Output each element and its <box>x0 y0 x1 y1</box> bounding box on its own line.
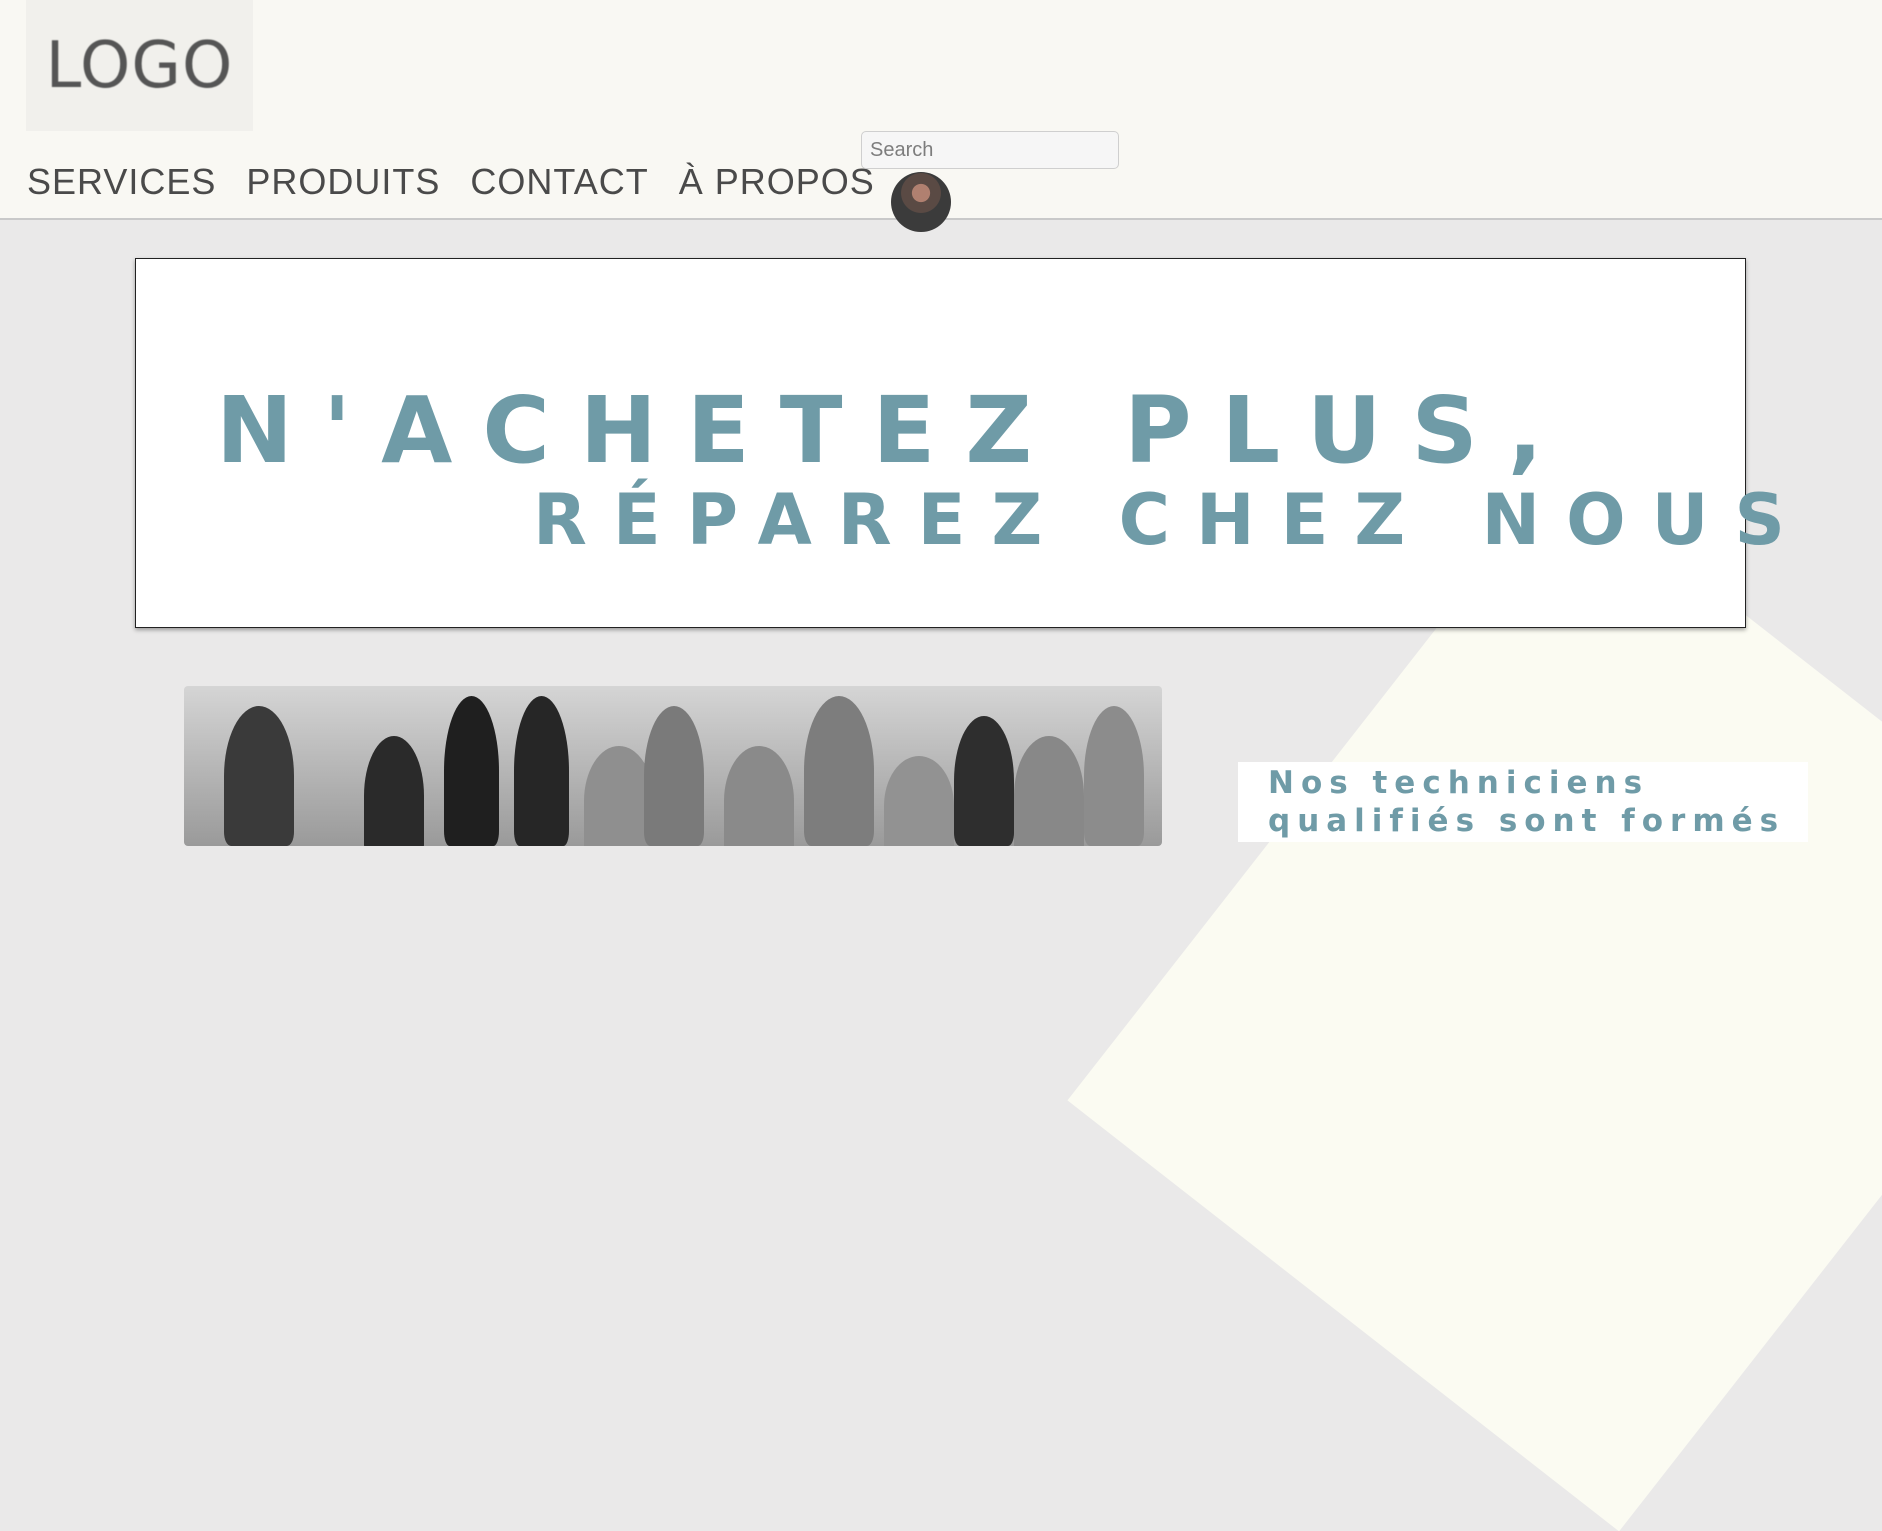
hero-headline: N'ACHETEZ PLUS, <box>216 377 1573 484</box>
nav-item-a-propos[interactable]: À PROPOS <box>679 158 875 206</box>
background-decoration <box>1067 470 1882 1531</box>
info-text: Nos techniciens qualifiés sont formés <box>1268 765 1786 839</box>
main-nav: SERVICES PRODUITS CONTACT À PROPOS <box>27 158 875 206</box>
logo-text: LOGO <box>45 28 234 103</box>
search-input[interactable] <box>861 131 1119 169</box>
logo[interactable]: LOGO <box>26 0 253 131</box>
info-box: Nos techniciens qualifiés sont formés <box>1238 762 1808 842</box>
nav-item-contact[interactable]: CONTACT <box>470 158 648 206</box>
nav-item-produits[interactable]: PRODUITS <box>246 158 440 206</box>
nav-item-services[interactable]: SERVICES <box>27 158 216 206</box>
hero-subheadline: RÉPAREZ CHEZ NOUS <box>533 479 1811 561</box>
hero-banner: N'ACHETEZ PLUS, RÉPAREZ CHEZ NOUS <box>135 258 1785 628</box>
team-photo <box>184 686 1162 846</box>
site-header: LOGO SERVICES PRODUITS CONTACT À PROPOS <box>0 0 1882 232</box>
avatar[interactable] <box>891 172 951 232</box>
